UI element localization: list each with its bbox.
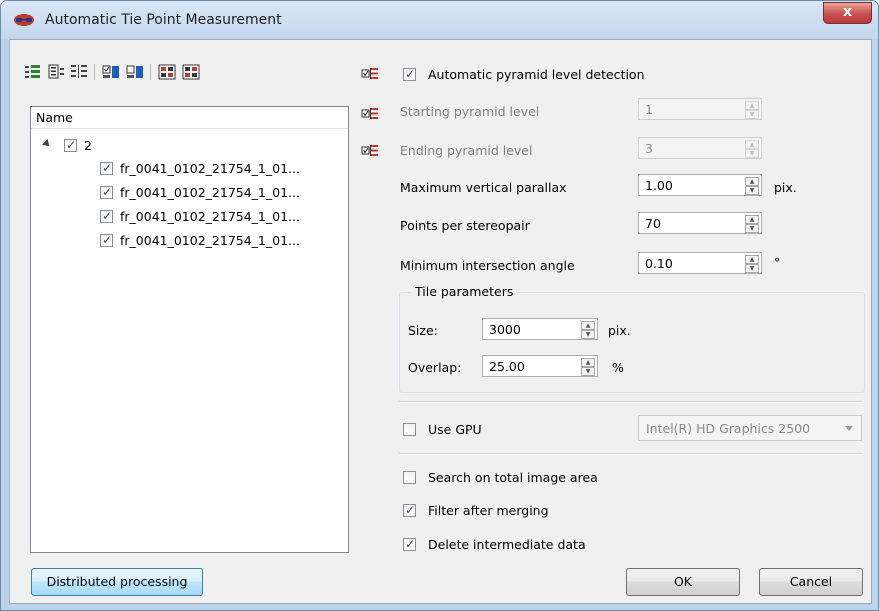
starting-level-value: 1 — [645, 102, 653, 117]
ending-level-label: Ending pyramid level — [400, 143, 533, 158]
tree-item-checkbox[interactable]: ✓ — [100, 161, 113, 175]
dialog-body: Name ✓ 2 ✓ fr_0041_0102_21754_1_01... ✓ … — [9, 39, 872, 604]
starting-level-label: Starting pyramid level — [400, 104, 540, 119]
use-gpu-checkbox[interactable] — [403, 423, 416, 436]
tree-root-checkbox[interactable]: ✓ — [64, 138, 77, 152]
points-per-stereopair-spinbox[interactable]: 70 ▲ ▼ — [638, 212, 762, 234]
select-grid-icon[interactable] — [158, 64, 176, 80]
gpu-device-value: Intel(R) HD Graphics 2500 — [646, 421, 811, 436]
app-logo-icon — [14, 14, 34, 26]
tile-overlap-value: 25.00 — [489, 359, 525, 374]
filter-after-merging-label[interactable]: Filter after merging — [428, 503, 549, 518]
ending-level-value: 3 — [645, 141, 653, 156]
tree-item-checkbox[interactable]: ✓ — [100, 233, 113, 247]
spin-down-icon[interactable]: ▼ — [745, 149, 759, 158]
search-total-area-label[interactable]: Search on total image area — [428, 470, 598, 485]
tree-item-label[interactable]: fr_0041_0102_21754_1_01... — [120, 185, 300, 200]
spin-down-icon[interactable]: ▼ — [581, 330, 595, 339]
tree-view-icon[interactable] — [70, 64, 88, 80]
use-gpu-label[interactable]: Use GPU — [428, 422, 482, 437]
cancel-button[interactable]: Cancel — [759, 568, 863, 596]
gpu-device-select[interactable]: Intel(R) HD Graphics 2500 — [638, 415, 862, 441]
spin-down-icon[interactable]: ▼ — [581, 367, 595, 376]
expand-all-icon[interactable] — [24, 64, 42, 80]
tree-item-checkbox[interactable]: ✓ — [100, 209, 113, 223]
distributed-processing-button[interactable]: Distributed processing — [31, 568, 203, 596]
tile-size-label: Size: — [408, 323, 438, 338]
toolbar-separator — [150, 64, 151, 80]
uncheck-all-icon[interactable] — [126, 64, 144, 80]
spin-up-icon[interactable]: ▲ — [745, 177, 759, 186]
auto-pyramid-label[interactable]: Automatic pyramid level detection — [428, 67, 645, 82]
tile-size-value: 3000 — [489, 322, 521, 337]
separator — [399, 453, 863, 455]
max-parallax-value: 1.00 — [645, 178, 673, 193]
tree-item-label[interactable]: fr_0041_0102_21754_1_01... — [120, 209, 300, 224]
max-parallax-label: Maximum vertical parallax — [400, 180, 567, 195]
spin-up-icon[interactable]: ▲ — [745, 101, 759, 110]
spin-up-icon[interactable]: ▲ — [745, 255, 759, 264]
deselect-grid-icon[interactable] — [182, 64, 200, 80]
min-angle-spinbox[interactable]: 0.10 ▲ ▼ — [638, 252, 762, 274]
chevron-down-icon — [845, 426, 853, 431]
close-button[interactable]: x — [823, 2, 872, 24]
min-angle-label: Minimum intersection angle — [400, 258, 575, 273]
tile-parameters-title: Tile parameters — [411, 284, 518, 299]
min-angle-unit: ° — [774, 255, 781, 270]
separator — [399, 401, 863, 403]
tree-root-label: 2 — [84, 138, 92, 153]
toggle-ending-level-icon[interactable] — [361, 143, 379, 159]
title-bar[interactable]: Automatic Tie Point Measurement x — [1, 1, 878, 39]
min-angle-value: 0.10 — [645, 256, 673, 271]
toggle-auto-pyramid-icon[interactable] — [361, 66, 379, 82]
auto-pyramid-checkbox[interactable]: ✓ — [403, 67, 416, 81]
image-tree[interactable]: Name ✓ 2 ✓ fr_0041_0102_21754_1_01... ✓ … — [30, 106, 349, 553]
spin-down-icon[interactable]: ▼ — [745, 224, 759, 233]
ok-button[interactable]: OK — [626, 568, 740, 596]
spin-down-icon[interactable]: ▼ — [745, 186, 759, 195]
collapse-all-icon[interactable] — [48, 64, 66, 80]
filter-after-merging-checkbox[interactable]: ✓ — [403, 503, 416, 517]
tree-item-label[interactable]: fr_0041_0102_21754_1_01... — [120, 161, 300, 176]
spin-down-icon[interactable]: ▼ — [745, 110, 759, 119]
points-per-stereopair-value: 70 — [645, 216, 661, 231]
delete-intermediate-label[interactable]: Delete intermediate data — [428, 537, 586, 552]
tree-item-label[interactable]: fr_0041_0102_21754_1_01... — [120, 233, 300, 248]
dialog-window: Automatic Tie Point Measurement x Name ✓… — [0, 0, 879, 611]
starting-level-spinbox[interactable]: 1 ▲ ▼ — [638, 98, 762, 120]
check-all-icon[interactable] — [102, 64, 120, 80]
spin-up-icon[interactable]: ▲ — [745, 215, 759, 224]
ending-level-spinbox[interactable]: 3 ▲ ▼ — [638, 137, 762, 159]
tile-overlap-unit: % — [612, 360, 624, 375]
spin-up-icon[interactable]: ▲ — [581, 358, 595, 367]
tile-size-unit: pix. — [608, 323, 631, 338]
window-title: Automatic Tie Point Measurement — [45, 12, 282, 28]
spin-down-icon[interactable]: ▼ — [745, 264, 759, 273]
tree-column-header[interactable]: Name — [31, 107, 348, 129]
spin-up-icon[interactable]: ▲ — [581, 321, 595, 330]
tile-overlap-label: Overlap: — [408, 360, 462, 375]
search-total-area-checkbox[interactable] — [403, 471, 416, 484]
tile-size-spinbox[interactable]: 3000 ▲ ▼ — [482, 318, 598, 340]
tree-expander-icon[interactable] — [42, 139, 52, 149]
spin-up-icon[interactable]: ▲ — [745, 140, 759, 149]
max-parallax-unit: pix. — [774, 180, 797, 195]
tile-overlap-spinbox[interactable]: 25.00 ▲ ▼ — [482, 355, 598, 377]
max-parallax-spinbox[interactable]: 1.00 ▲ ▼ — [638, 174, 762, 196]
tree-item-checkbox[interactable]: ✓ — [100, 185, 113, 199]
delete-intermediate-checkbox[interactable]: ✓ — [403, 537, 416, 551]
points-per-stereopair-label: Points per stereopair — [400, 218, 530, 233]
toggle-starting-level-icon[interactable] — [361, 106, 379, 122]
tile-parameters-group — [399, 292, 865, 393]
toolbar-separator — [94, 64, 95, 80]
